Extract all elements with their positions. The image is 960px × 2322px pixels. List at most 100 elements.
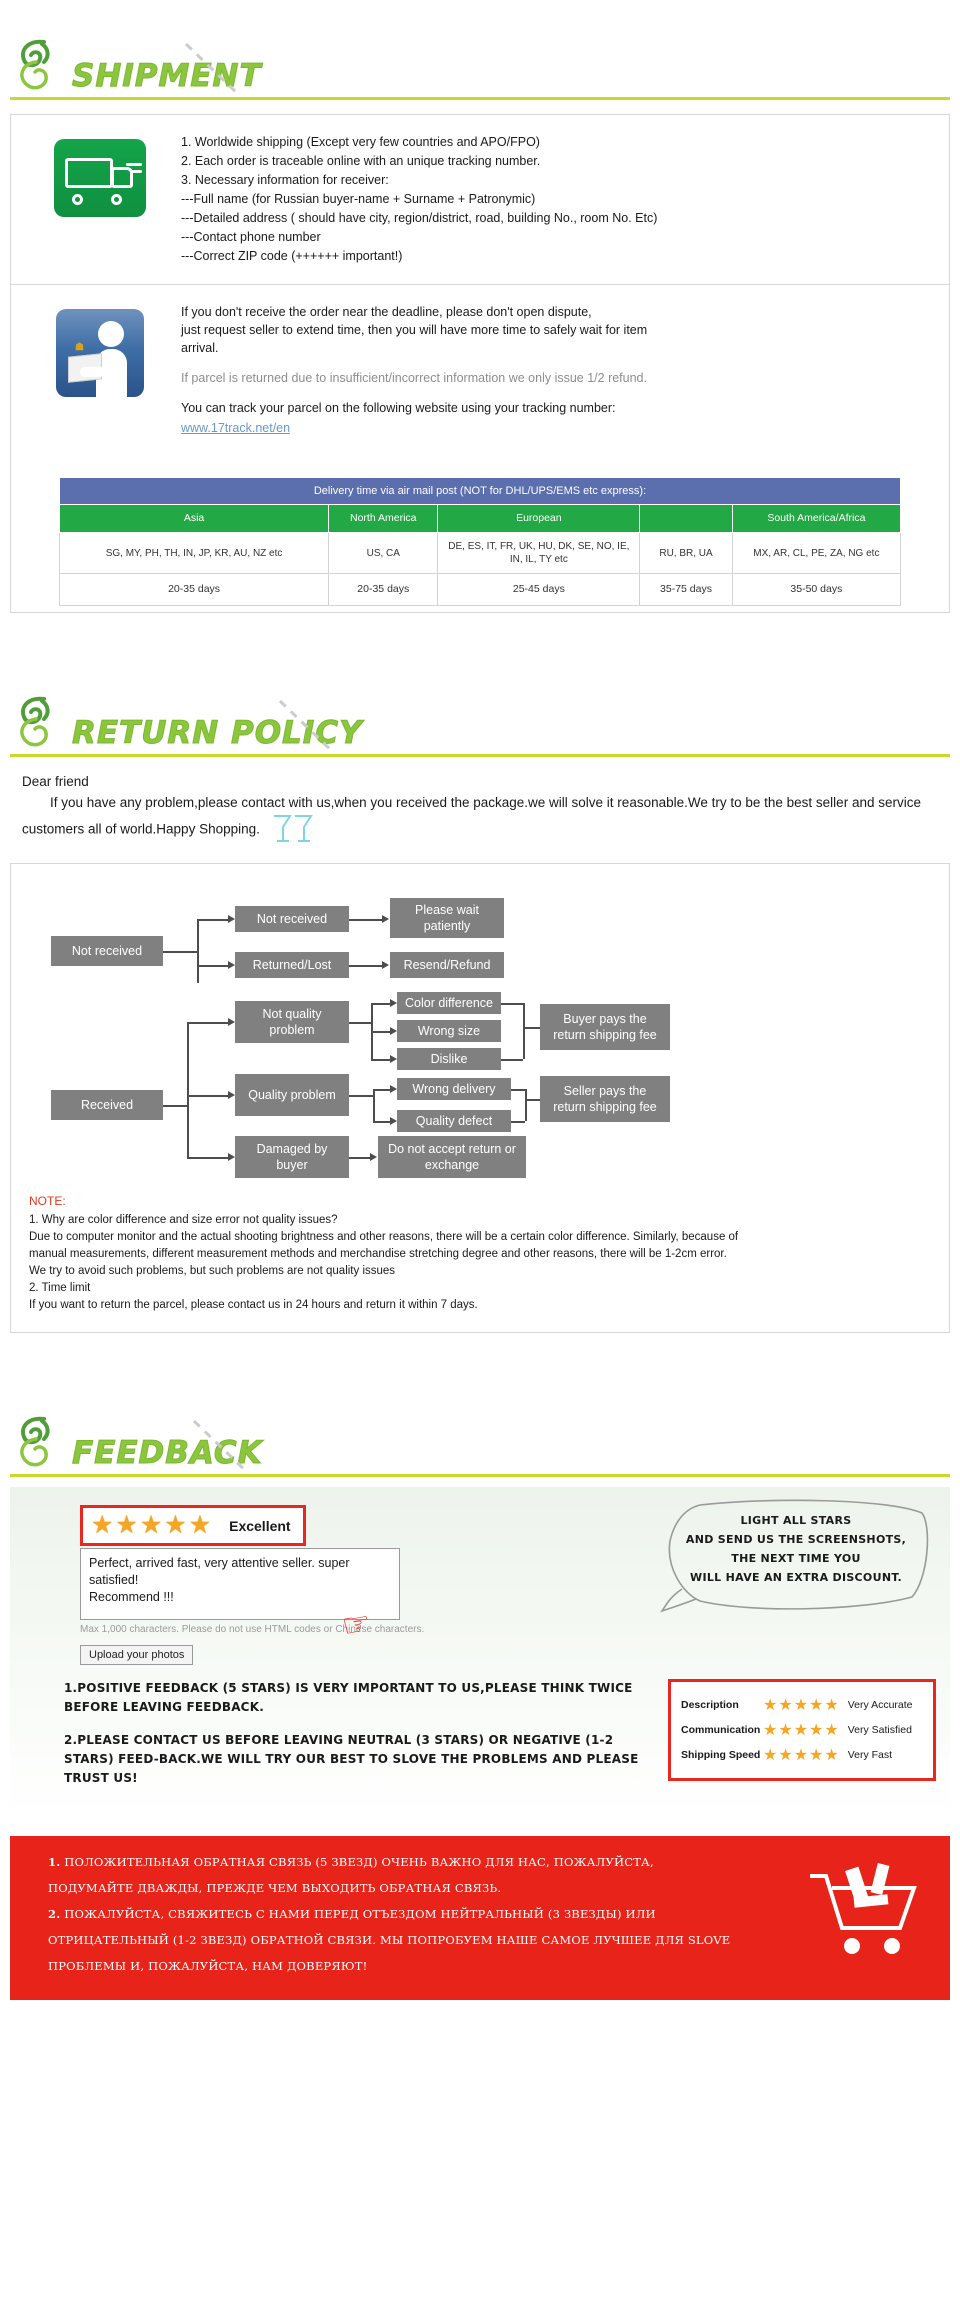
days-north-america: 20-35 days: [328, 573, 439, 606]
feedback-cta-row: 1.POSITIVE FEEDBACK (5 STARS) IS VERY IM…: [24, 1679, 936, 1802]
shopping-cart-icon: [810, 1862, 917, 1954]
russian-number-2: 2.: [48, 1907, 61, 1921]
flow-node-resend-refund: Resend/Refund: [390, 952, 504, 978]
greeting: Dear friend: [22, 774, 89, 789]
star-icon[interactable]: ★: [164, 1513, 186, 1538]
russian-line-1: 1. ПОЛОЖИТЕЛЬНАЯ ОБРАТНАЯ СВЯЗЬ (5 ЗВЕЗД…: [48, 1852, 932, 1872]
banner-dash-decoration: [184, 42, 242, 98]
banner-rule: [10, 1474, 950, 1477]
russian-number-1: 1.: [48, 1855, 61, 1869]
days-european: 25-45 days: [437, 573, 641, 606]
cta-paragraph-1: 1.POSITIVE FEEDBACK (5 STARS) IS VERY IM…: [64, 1681, 633, 1714]
countries-north-america: US, CA: [328, 532, 439, 574]
rating-stars-communication[interactable]: ★★★★★: [763, 1720, 840, 1740]
feedback-banner: FEEDBACK: [0, 1405, 960, 1477]
banner-rule: [10, 97, 950, 100]
parcel-handover-icon: ☗: [56, 309, 144, 397]
rating-value-shipping-speed: Very Fast: [847, 1749, 893, 1761]
shipping-list: 1. Worldwide shipping (Except very few c…: [181, 133, 935, 266]
dispute-line-2: just request seller to extend time, then…: [181, 323, 648, 337]
upload-photos-button[interactable]: Upload your photos: [80, 1645, 194, 1665]
russian-notice-band: 1. ПОЛОЖИТЕЛЬНАЯ ОБРАТНАЯ СВЯЗЬ (5 ЗВЕЗД…: [10, 1836, 950, 2000]
flow-node-wrong-delivery: Wrong delivery: [397, 1078, 511, 1100]
banner-rule: [10, 754, 950, 757]
bubble-line: THE NEXT TIME YOU: [731, 1552, 861, 1565]
flow-node-not-quality-problem: Not quality problem: [235, 1001, 349, 1043]
flow-node-quality-defect: Quality defect: [397, 1110, 511, 1132]
flow-node-not-received: Not received: [51, 936, 163, 966]
rating-stars-description[interactable]: ★★★★★: [763, 1695, 840, 1715]
flow-node-color-difference: Color difference: [397, 992, 501, 1014]
detailed-seller-ratings: Description ★★★★★ Very Accurate Communic…: [668, 1679, 936, 1781]
rating-value-communication: Very Satisfied: [847, 1724, 912, 1736]
feedback-cta-text: 1.POSITIVE FEEDBACK (5 STARS) IS VERY IM…: [24, 1679, 654, 1802]
russian-line-4: ОТРИЦАТЕЛЬНЫЙ (1-2 ЗВЕЗД) ОБРАТНОЙ СВЯЗИ…: [48, 1933, 731, 1947]
countries-asia: SG, MY, PH, TH, IN, JP, KR, AU, NZ etc: [58, 532, 330, 574]
flow-node-received: Received: [51, 1090, 163, 1120]
rating-star-box[interactable]: ★ ★ ★ ★ ★ Excellent: [80, 1505, 306, 1546]
days-russia: 35-75 days: [639, 573, 733, 606]
dispute-paragraph: If you don't receive the order near the …: [181, 303, 935, 357]
rating-stars-shipping-speed[interactable]: ★★★★★: [763, 1745, 840, 1765]
rating-label-shipping-speed: Shipping Speed: [681, 1749, 761, 1761]
bubble-line: WILL HAVE AN EXTRA DISCOUNT.: [690, 1571, 902, 1584]
shipping-list-item: ---Detailed address ( should have city, …: [181, 211, 658, 225]
flow-node-wrong-size: Wrong size: [397, 1020, 501, 1042]
note-line: We try to avoid such problems, but such …: [29, 1265, 396, 1277]
dispute-line-3: arrival.: [181, 341, 219, 355]
feedback-wrapper: ★ ★ ★ ★ ★ Excellent Perfect, arrived fas…: [10, 1487, 950, 1816]
note-line: 2. Time limit: [29, 1282, 91, 1294]
shipping-list-item: 1. Worldwide shipping (Except very few c…: [181, 135, 540, 149]
rating-row: Communication ★★★★★ Very Satisfied: [681, 1720, 923, 1740]
note-title: NOTE:: [29, 1194, 66, 1208]
table-title-row: Delivery time via air mail post (NOT for…: [59, 477, 901, 505]
star-icon[interactable]: ★: [115, 1513, 137, 1538]
flow-node-returned-lost: Returned/Lost: [235, 952, 349, 978]
feedback-panel: ★ ★ ★ ★ ★ Excellent Perfect, arrived fas…: [10, 1487, 950, 1816]
rating-row: Shipping Speed ★★★★★ Very Fast: [681, 1745, 923, 1765]
countries-south-america-africa: MX, AR, CL, PE, ZA, NG etc: [731, 532, 902, 574]
return-intro: Dear friend If you have any problem,plea…: [22, 771, 938, 847]
countries-russia: RU, BR, UA: [639, 532, 733, 574]
header-south-america-africa: South America/Africa: [731, 504, 902, 533]
rating-label: Excellent: [229, 1517, 291, 1534]
table-countries-row: SG, MY, PH, TH, IN, JP, KR, AU, NZ etc U…: [58, 532, 902, 574]
dispute-line-1: If you don't receive the order near the …: [181, 305, 592, 319]
shipping-list-item: ---Correct ZIP code (++++++ important!): [181, 249, 403, 263]
shipping-list-item: 3. Necessary information for receiver:: [181, 173, 389, 187]
russian-line-3: 2. ПОЖАЛУЙСТА, СВЯЖИТЕСЬ С НАМИ ПЕРЕД ОТ…: [48, 1904, 932, 1924]
promo-page: SHIPMENT 1. Worldwide shipping (Except v…: [0, 28, 960, 2026]
flow-node-quality-problem: Quality problem: [235, 1074, 349, 1116]
leaf-logo-icon: [20, 39, 50, 90]
cta-paragraph-2: 2.PLEASE CONTACT US BEFORE LEAVING NEUTR…: [64, 1733, 639, 1785]
refund-note: If parcel is returned due to insufficien…: [181, 371, 647, 385]
star-icon[interactable]: ★: [189, 1513, 211, 1538]
tracking-link[interactable]: www.17track.net/en: [181, 419, 935, 437]
truck-icon-cell: [25, 133, 175, 217]
star-icon[interactable]: ★: [140, 1513, 162, 1538]
bubble-line: LIGHT ALL STARS: [740, 1514, 852, 1527]
flow-node-no-return-exchange: Do not accept return or exchange: [378, 1136, 526, 1178]
days-asia: 20-35 days: [58, 573, 330, 606]
rating-value-description: Very Accurate: [847, 1699, 913, 1711]
flow-node-please-wait: Please wait patiently: [390, 898, 504, 938]
delivery-truck-icon: [54, 139, 146, 217]
note-line: Due to computer monitor and the actual s…: [29, 1231, 739, 1243]
review-line: satisfied!: [89, 1573, 139, 1587]
shipping-list-item: ---Full name (for Russian buyer-name + S…: [181, 192, 536, 206]
cheers-glasses-icon: [273, 815, 313, 842]
banner-dash-decoration: [192, 1419, 250, 1475]
return-flowchart: Not received Received Not received Retur…: [27, 884, 933, 1184]
delivery-time-table: Delivery time via air mail post (NOT for…: [58, 477, 902, 606]
table-header-row: Asia North America European South Americ…: [58, 504, 902, 533]
rating-row: Description ★★★★★ Very Accurate: [681, 1695, 923, 1715]
tracking-text: You can track your parcel on the followi…: [181, 401, 616, 415]
dispute-info-row: ☗ If you don't receive the order near th…: [11, 285, 949, 455]
intro-text: If you have any problem,please contact w…: [22, 795, 921, 837]
return-policy-banner: RETURN POLICY: [0, 685, 960, 757]
flow-node-seller-pays: Seller pays the return shipping fee: [540, 1076, 670, 1122]
rating-label-communication: Communication: [681, 1724, 761, 1736]
table-days-row: 20-35 days 20-35 days 25-45 days 35-75 d…: [58, 573, 902, 606]
star-icon[interactable]: ★: [91, 1513, 113, 1538]
review-line: Perfect, arrived fast, very attentive se…: [89, 1556, 350, 1570]
